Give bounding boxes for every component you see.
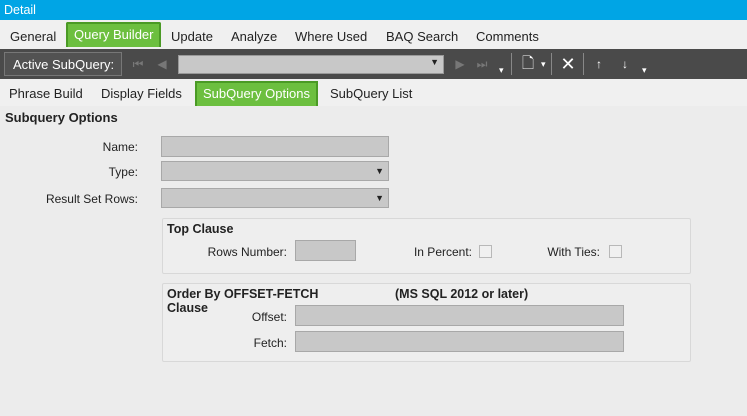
tab-update[interactable]: Update: [171, 23, 213, 48]
tab-baq-search[interactable]: BAQ Search: [386, 23, 458, 48]
move-up-icon[interactable]: ↑: [591, 53, 607, 75]
in-percent-label: In Percent:: [413, 245, 472, 259]
window-title: Detail: [0, 0, 747, 20]
tab-comments[interactable]: Comments: [476, 23, 539, 48]
delete-icon[interactable]: ✕: [558, 53, 578, 75]
rows-number-field[interactable]: [295, 240, 356, 261]
section-title: Subquery Options: [5, 110, 118, 125]
last-record-icon[interactable]: ⏭: [472, 54, 492, 74]
fetch-label: Fetch:: [253, 336, 287, 350]
top-clause-group: Top Clause Rows Number: In Percent: With…: [162, 218, 691, 274]
in-percent-checkbox[interactable]: [479, 245, 492, 258]
move-down-icon[interactable]: ↓: [617, 53, 633, 75]
subquery-toolbar: Active SubQuery: ⏮ ◀ ▼ ▶ ⏭ ▾ 🗋 ▾ ✕ ↑ ↓ ▾: [0, 49, 747, 79]
tab-analyze[interactable]: Analyze: [231, 23, 277, 48]
name-label: Name:: [102, 140, 138, 154]
result-set-rows-label: Result Set Rows:: [45, 192, 138, 206]
toolbar-divider: [511, 53, 512, 75]
offset-label: Offset:: [251, 310, 287, 324]
chevron-down-icon: ▼: [375, 193, 384, 203]
with-ties-checkbox[interactable]: [609, 245, 622, 258]
name-field[interactable]: [161, 136, 389, 157]
offset-fetch-note: (MS SQL 2012 or later): [395, 287, 529, 301]
overflow-chevron-icon[interactable]: ▾: [499, 65, 504, 76]
top-clause-title: Top Clause: [167, 222, 234, 236]
sub-tab-bar: Phrase Build Display Fields SubQuery Opt…: [0, 80, 747, 106]
with-ties-label: With Ties:: [547, 245, 600, 259]
main-tab-bar: General Query Builder Update Analyze Whe…: [0, 20, 747, 48]
chevron-down-icon: ▼: [375, 166, 384, 176]
new-dropdown-icon[interactable]: ▾: [541, 59, 546, 70]
subquery-options-panel: Subquery Options Name: Type: ▼ Result Se…: [0, 106, 747, 416]
previous-record-icon[interactable]: ◀: [152, 54, 172, 74]
toolbar-divider: [583, 53, 584, 75]
first-record-icon[interactable]: ⏮: [128, 54, 148, 74]
type-select[interactable]: ▼: [161, 161, 389, 181]
next-record-icon[interactable]: ▶: [450, 54, 470, 74]
offset-fetch-group: Order By OFFSET-FETCH Clause (MS SQL 201…: [162, 283, 691, 362]
tab-query-builder[interactable]: Query Builder: [66, 22, 162, 47]
new-document-icon[interactable]: 🗋: [519, 53, 537, 75]
overflow-chevron-icon[interactable]: ▾: [642, 65, 647, 76]
active-subquery-select[interactable]: ▼: [178, 55, 444, 74]
fetch-field[interactable]: [295, 331, 624, 352]
tab-display-fields[interactable]: Display Fields: [101, 86, 182, 101]
chevron-down-icon: ▼: [430, 57, 439, 67]
type-label: Type:: [108, 165, 138, 179]
toolbar-divider: [551, 53, 552, 75]
tab-subquery-list[interactable]: SubQuery List: [330, 86, 412, 101]
tab-subquery-options[interactable]: SubQuery Options: [195, 81, 318, 106]
result-set-rows-select[interactable]: ▼: [161, 188, 389, 208]
tab-where-used[interactable]: Where Used: [295, 23, 367, 48]
active-subquery-label: Active SubQuery:: [4, 52, 122, 76]
rows-number-label: Rows Number:: [207, 245, 287, 259]
tab-general[interactable]: General: [10, 23, 56, 48]
offset-field[interactable]: [295, 305, 624, 326]
tab-phrase-build[interactable]: Phrase Build: [9, 86, 83, 101]
